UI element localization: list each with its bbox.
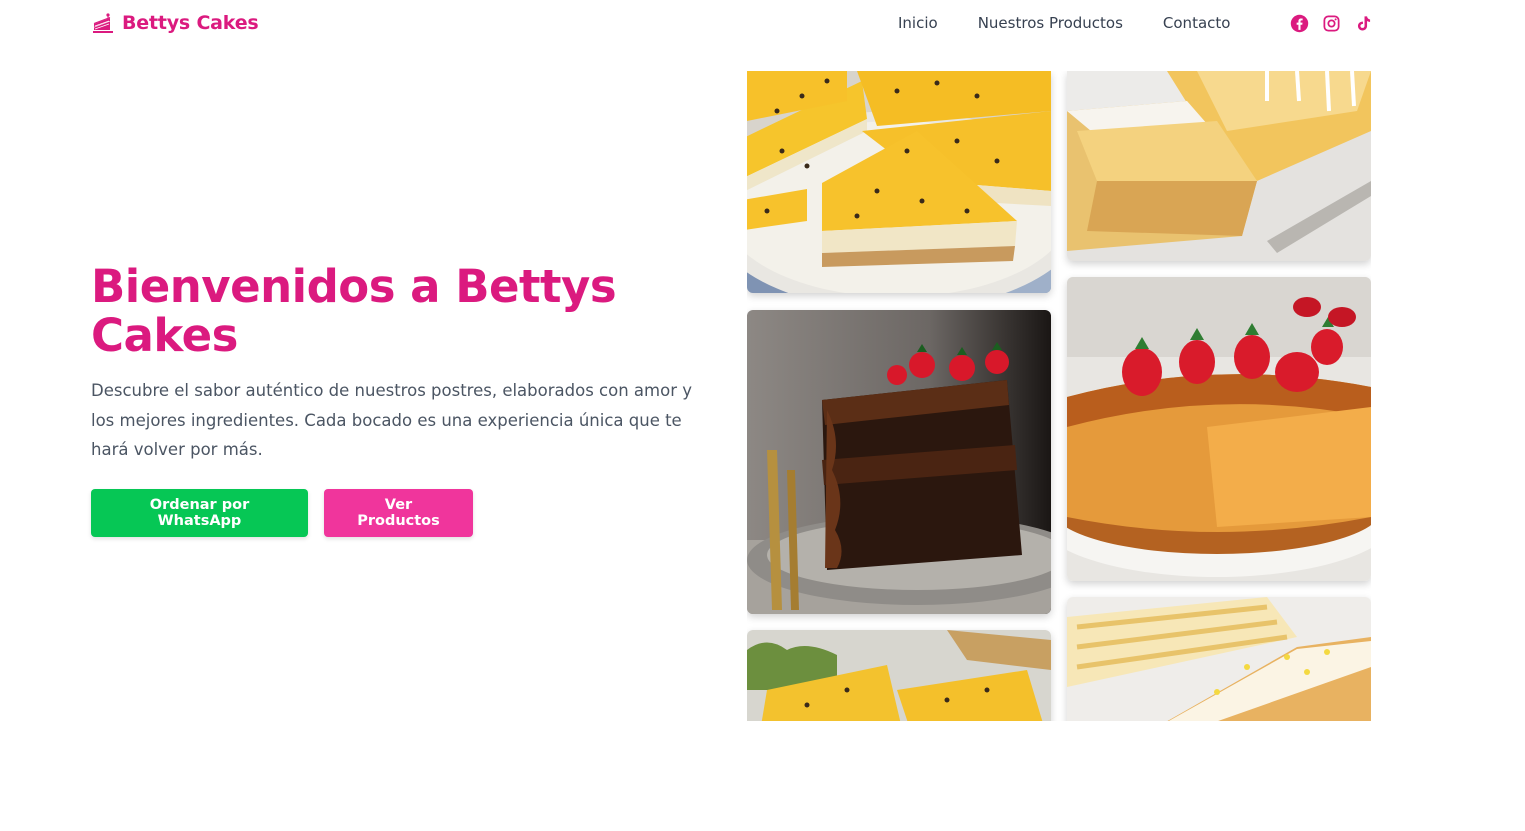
- view-products-button[interactable]: Ver Productos: [324, 488, 473, 537]
- brand-logo[interactable]: Bettys Cakes: [91, 11, 259, 35]
- facebook-icon[interactable]: [1290, 14, 1309, 33]
- chocolate-cake-photo: [747, 310, 1051, 614]
- product-gallery: [747, 71, 1371, 721]
- navbar: Bettys Cakes Inicio Nuestros Productos C…: [0, 0, 1525, 48]
- brand-name: Bettys Cakes: [122, 12, 259, 34]
- passion-fruit-pie-photo: [747, 630, 1051, 721]
- hero-description: Descubre el sabor auténtico de nuestros …: [91, 381, 692, 459]
- nav-link-contacto[interactable]: Contacto: [1163, 14, 1231, 32]
- flan-with-strawberries-photo: [1067, 277, 1371, 581]
- lemon-pound-cake-photo: [1067, 71, 1371, 261]
- hero-buttons: Ordenar por WhatsApp Ver Productos: [91, 488, 711, 537]
- passion-fruit-pie-photo: [747, 71, 1051, 293]
- instagram-icon[interactable]: [1322, 14, 1341, 33]
- nav-link-productos[interactable]: Nuestros Productos: [978, 14, 1123, 32]
- hero-section: Bienvenidos a Bettys Cakes Descubre el s…: [91, 262, 711, 537]
- nav-links: Inicio Nuestros Productos Contacto: [898, 14, 1230, 32]
- cake-slice-icon: [93, 13, 113, 33]
- tiktok-icon[interactable]: [1354, 14, 1373, 33]
- social-links: [1290, 14, 1373, 33]
- whatsapp-order-button[interactable]: Ordenar por WhatsApp: [91, 488, 308, 537]
- nav-link-inicio[interactable]: Inicio: [898, 14, 938, 32]
- glazed-lemon-cake-photo: [1067, 597, 1371, 721]
- hero-title: Bienvenidos a Bettys Cakes: [91, 260, 617, 362]
